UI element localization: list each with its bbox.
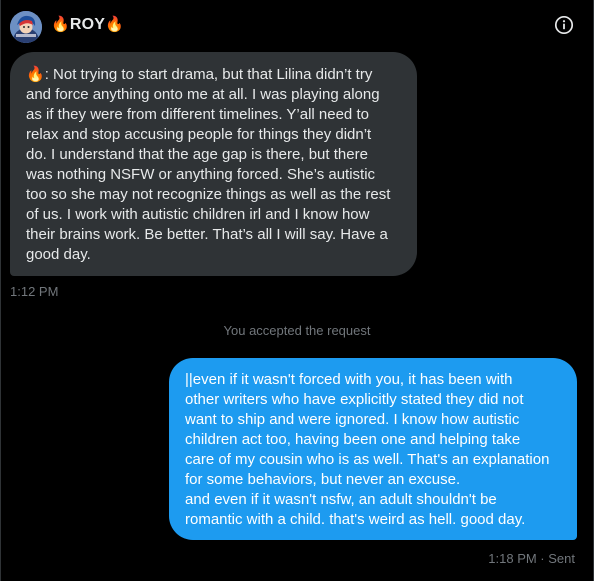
avatar-image [10, 11, 42, 43]
sent-message-timestamp: 1:18 PM · Sent [488, 551, 575, 566]
message-line: other writers who have explicitly stated… [185, 391, 524, 408]
conversation-title[interactable]: 🔥ROY🔥 [51, 15, 124, 34]
message-line: do. I understand that the age gap is the… [26, 146, 368, 163]
conversation-name: ROY [69, 16, 106, 33]
message-line: of us. I work with autistic children irl… [26, 206, 370, 223]
info-circle-icon [554, 15, 574, 35]
sent-message-bubble[interactable]: ||even if it wasn't forced with you, it … [169, 358, 577, 540]
fire-emoji-icon: 🔥 [26, 65, 45, 83]
received-message-bubble[interactable]: 🔥: Not trying to start drama, but that L… [10, 52, 417, 276]
message-line: was nothing NSFW or anything forced. She… [26, 166, 376, 183]
message-text: : Not trying to start drama, but that Li… [44, 66, 373, 83]
message-line: good day. [26, 246, 91, 263]
conversation-info-button[interactable] [554, 15, 574, 35]
request-accepted-notice: You accepted the request [223, 323, 371, 338]
avatar[interactable] [10, 11, 42, 43]
message-line: romantic with a child. that's weird as h… [185, 511, 526, 528]
message-line: their brains work. Be better. That’s all… [26, 226, 388, 243]
conversation-header: 🔥ROY🔥 [1, 0, 593, 52]
fire-emoji-icon: 🔥 [51, 15, 70, 33]
message-line: as if they were from different timelines… [26, 106, 369, 123]
message-line: for some behaviors, but never an excuse. [185, 471, 461, 488]
message-line: children act too, having been one and he… [185, 431, 521, 448]
message-line: relax and stop accusing people for thing… [26, 126, 372, 143]
message-line: and even if it wasn't nsfw, an adult sho… [185, 491, 497, 508]
message-line: want to ship and were ignored. I know ho… [185, 411, 520, 428]
message-line: too so she may not recognize things as w… [26, 186, 391, 203]
message-line: ||even if it wasn't forced with you, it … [185, 371, 513, 388]
message-line: care of my cousin who is as well. That's… [185, 451, 550, 468]
message-line: 🔥: Not trying to start drama, but that L… [26, 64, 401, 85]
fire-emoji-icon: 🔥 [105, 15, 125, 33]
received-message-timestamp: 1:12 PM [10, 284, 59, 299]
dm-conversation-view: 🔥ROY🔥 🔥: Not trying to start drama, but … [0, 0, 594, 581]
message-line: and force anything onto me at all. I was… [26, 86, 380, 103]
